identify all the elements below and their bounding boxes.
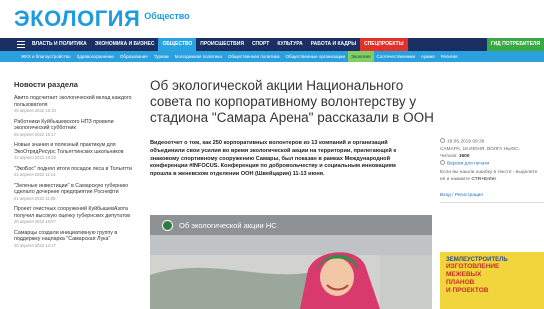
logo-section-text: Общество <box>144 11 190 21</box>
subnav-item-compatriots[interactable]: Соотечественники <box>374 51 419 62</box>
views-count: 1600 <box>458 153 470 159</box>
article-header: Об экологической акции Национального сов… <box>150 78 435 126</box>
article-datetime: 18.06.2019 09:38 <box>447 139 485 145</box>
news-date: 22 апреля 2022 16:03 <box>14 155 56 160</box>
subnav-item-health[interactable]: Здравоохранение <box>73 51 116 62</box>
news-date: 21 апреля 2022 11:14 <box>14 172 56 177</box>
ad-text-line: ПЛАНОВ <box>446 279 475 286</box>
ad-banner[interactable]: ЗЕМЛЕУСТРОИТЕЛЬ ИЗГОТОВЛЕНИЕ МЕЖЕВЫХ ПЛА… <box>440 252 544 309</box>
news-item[interactable]: Работники Куйбышевского НПЗ провели экол… <box>14 119 142 138</box>
subnav-item-public-policy[interactable]: Общественная политика <box>225 51 283 62</box>
channel-avatar[interactable] <box>162 219 173 231</box>
section-news-sidebar: Новости раздела Авито подсчитает экологи… <box>14 80 142 253</box>
subnav-item-housing[interactable]: ЖКХ и благоустройство <box>18 51 73 62</box>
subnav-item-ngo[interactable]: Общественные организации <box>283 51 349 62</box>
ad-text-line: И ПРОЕКТОВ <box>446 287 489 294</box>
news-title[interactable]: Самарцы создали инициативную группу в по… <box>14 230 142 243</box>
subnav-item-ecology[interactable]: Экология <box>348 51 374 62</box>
article-location: САМАРА, 18 ИЮНЯ, ВОЛГА НЬЮС. <box>440 146 520 152</box>
subnav-item-army[interactable]: Армия <box>418 51 438 62</box>
ad-text-line: ИЗГОТОВЛЕНИЕ <box>446 263 500 270</box>
news-date: 21 апреля 2022 11:05 <box>14 195 56 201</box>
news-date: 25 апреля 2022 16:15 <box>14 108 56 113</box>
sidebar-title: Новости раздела <box>14 80 78 89</box>
views-label: Читали: <box>440 153 458 159</box>
main-nav: ВЛАСТЬ И ПОЛИТИКА ЭКОНОМИКА И БИЗНЕС ОБЩ… <box>0 38 544 51</box>
video-player[interactable]: Об экологической акции НС <box>150 215 432 309</box>
subnav-item-education[interactable]: Образование <box>117 51 151 62</box>
news-title[interactable]: Авито подсчитает экологический вклад каж… <box>14 95 142 108</box>
nav-item-society[interactable]: ОБЩЕСТВО <box>158 38 197 51</box>
nav-item-consumer-guide[interactable]: ГИД ПОТРЕБИТЕЛЯ <box>486 38 544 51</box>
ad-text-line: МЕЖЕВЫХ <box>446 271 482 278</box>
nav-item-economy[interactable]: ЭКОНОМИКА И БИЗНЕС <box>91 38 159 51</box>
news-date: 25 апреля 2022 16:17 <box>14 131 56 137</box>
news-item[interactable]: Проект очистных сооружений КуйбышевАзота… <box>14 206 142 225</box>
news-title[interactable]: Работники Куйбышевского НПЗ провели экол… <box>14 119 142 132</box>
nav-item-sport[interactable]: СПОРТ <box>248 38 273 51</box>
news-item[interactable]: "ЭкоБос" поднял итоги посадок леса в Тол… <box>14 166 142 178</box>
subnav-item-religion[interactable]: Религия <box>438 51 461 62</box>
print-version-link[interactable]: Версия для печати <box>440 159 544 168</box>
article-meta-panel: 18.06.2019 09:38 САМАРА, 18 ИЮНЯ, ВОЛГА … <box>440 138 544 203</box>
article-datetime-row: 18.06.2019 09:38 <box>440 138 544 146</box>
nav-item-incidents[interactable]: ПРОИСШЕСТВИЯ <box>196 38 248 51</box>
video-title[interactable]: Об экологической акции НС <box>179 221 277 230</box>
news-item[interactable]: Новые знания и полезный практикум для Эк… <box>14 142 142 161</box>
nav-item-politics[interactable]: ВЛАСТЬ И ПОЛИТИКА <box>28 38 91 51</box>
video-title-bar: Об экологической акции НС <box>150 215 432 235</box>
nav-item-specprojects[interactable]: СПЕЦПРОЕКТЫ <box>360 38 408 51</box>
news-item[interactable]: Авито подсчитает экологический вклад каж… <box>14 95 142 114</box>
site-header: ЭКОЛОГИЯ Общество <box>0 0 544 38</box>
news-date: 20 апреля 2022 14:17 <box>14 242 56 248</box>
news-date: 20 апреля 2022 16:07 <box>14 219 56 224</box>
news-title[interactable]: Проект очистных сооружений КуйбышевАзота… <box>14 206 142 219</box>
printer-icon <box>440 159 445 165</box>
nav-item-jobs[interactable]: РАБОТА И КАДРЫ <box>307 38 360 51</box>
article-title: Об экологической акции Национального сов… <box>150 78 434 125</box>
article-lead: Видеоотчет о том, как 250 корпоративных … <box>150 140 397 178</box>
nav-item-culture[interactable]: КУЛЬТУРА <box>273 38 306 51</box>
error-report-note: Если вы нашли ошибку в тексте - выделите… <box>440 169 544 183</box>
news-item[interactable]: "Зеленые инвестиции" в Самарскую губерни… <box>14 183 142 202</box>
news-title[interactable]: Новые знания и полезный практикум для Эк… <box>14 142 142 155</box>
logo-main-text: ЭКОЛОГИЯ <box>14 6 141 31</box>
site-logo[interactable]: ЭКОЛОГИЯ Общество <box>14 6 190 32</box>
news-item[interactable]: Самарцы создали инициативную группу в по… <box>14 230 142 249</box>
error-note-keys: CTR+Enter <box>471 177 497 182</box>
subnav-item-youth[interactable]: Молодежная политика <box>172 51 225 62</box>
login-register-link[interactable]: Вход / Регистрация <box>440 193 544 203</box>
print-version-label[interactable]: Версия для печати <box>447 161 489 166</box>
clock-icon <box>440 138 445 143</box>
article-views-row: Читали: 1600 <box>440 153 544 160</box>
sub-nav: ЖКХ и благоустройство Здравоохранение Об… <box>0 51 544 62</box>
subnav-item-tourism[interactable]: Туризм <box>151 51 172 62</box>
news-title[interactable]: "Зеленые инвестиции" в Самарскую губерни… <box>14 183 142 196</box>
menu-icon[interactable] <box>14 38 28 51</box>
